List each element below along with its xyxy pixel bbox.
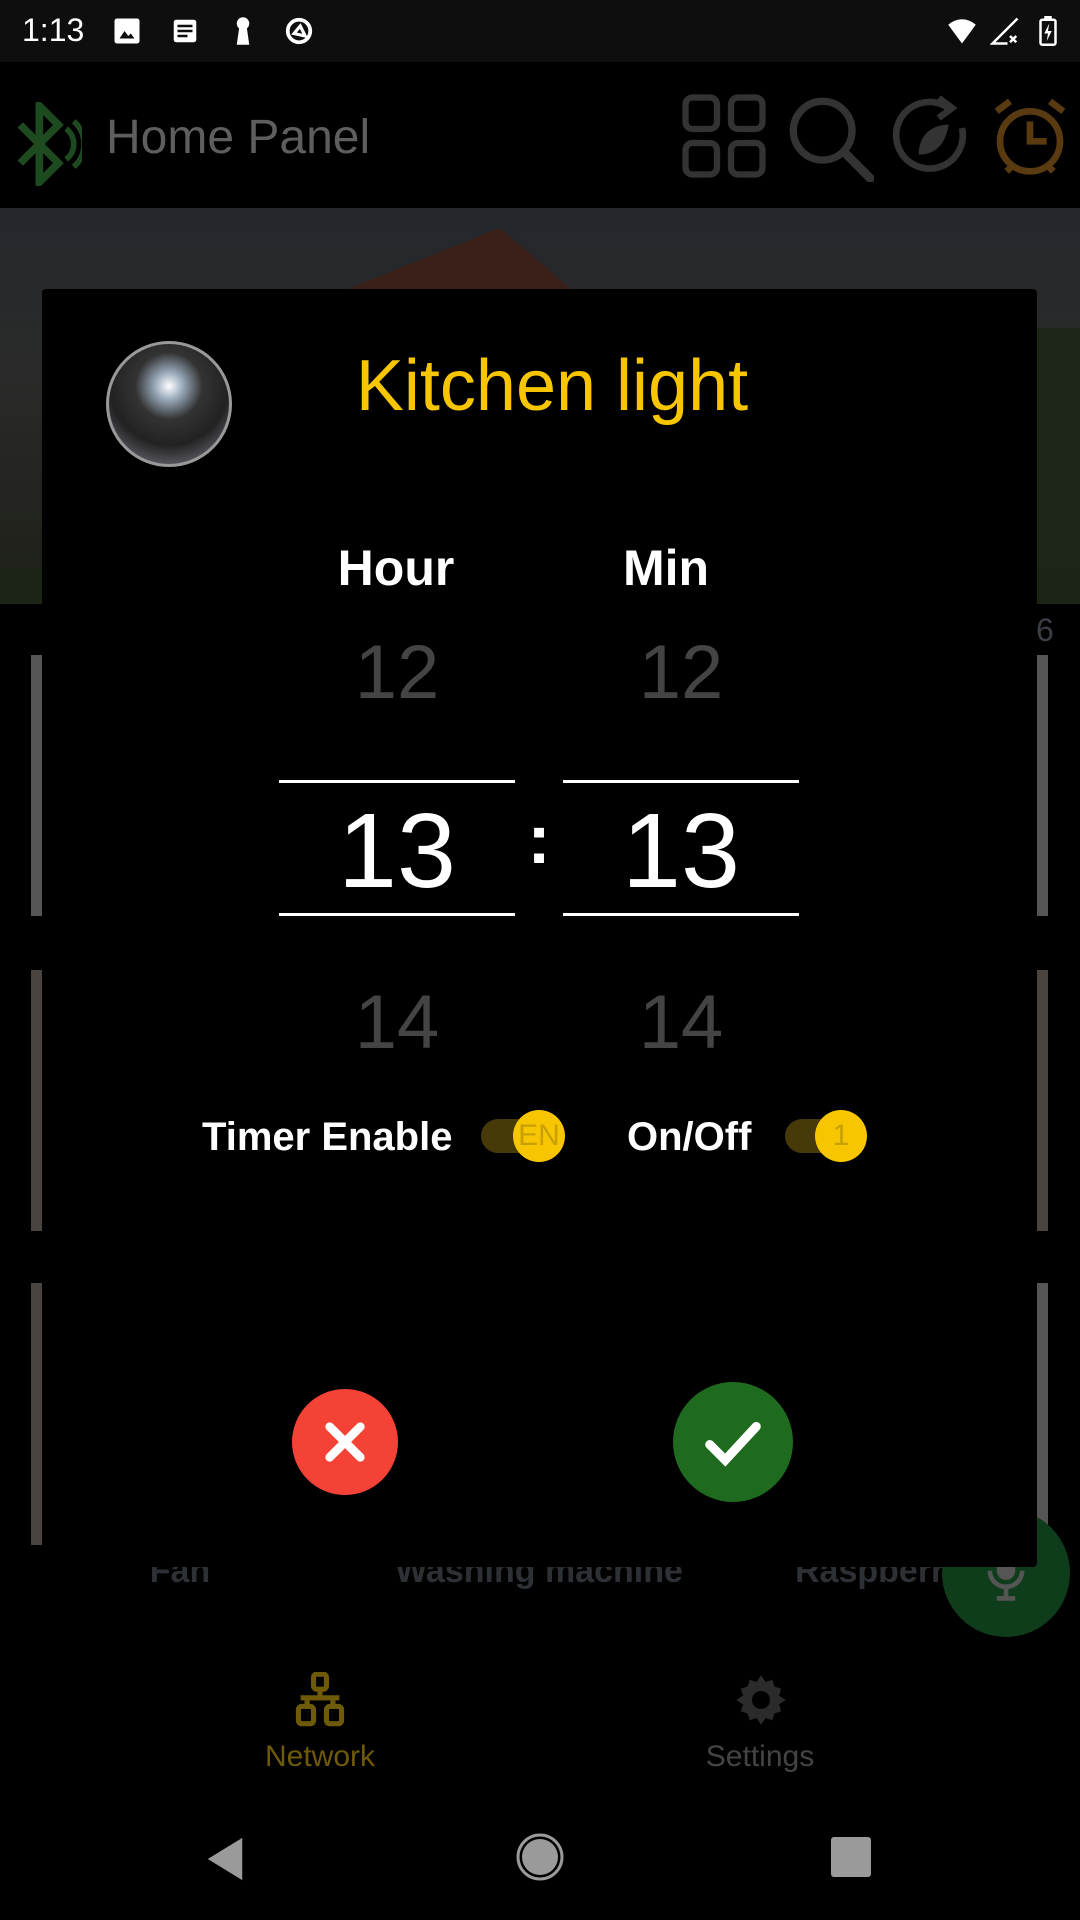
minute-picker[interactable]: 12 13 14 (563, 619, 799, 1065)
card-edge (1037, 655, 1048, 916)
device-icon (106, 341, 232, 467)
back-icon[interactable] (205, 1836, 245, 1882)
card-edge (1037, 970, 1048, 1231)
hour-label: Hour (337, 540, 455, 596)
hour-selected[interactable]: 13 (338, 791, 456, 912)
gear-icon (736, 1675, 786, 1725)
confirm-button[interactable] (673, 1382, 793, 1502)
no-signal-icon (990, 17, 1019, 45)
card-edge (1037, 1283, 1048, 1545)
eco-refresh-icon[interactable] (892, 94, 972, 182)
min-divider-bottom (563, 913, 799, 916)
bluetooth-icon[interactable] (12, 102, 82, 186)
on-off-switch[interactable]: 1 (785, 1110, 875, 1162)
switch-thumb: EN (513, 1110, 565, 1162)
battery-charging-icon (1039, 16, 1057, 46)
alarm-icon[interactable] (990, 94, 1070, 182)
sync-disabled-icon (285, 17, 313, 45)
search-icon[interactable] (786, 94, 874, 182)
partial-count: 6 (1036, 612, 1054, 648)
status-time: 1:13 (22, 12, 85, 48)
keyhole-icon (236, 17, 250, 45)
dialog-title: Kitchen light (355, 346, 749, 426)
grid-icon[interactable] (682, 94, 766, 178)
hour-prev[interactable]: 12 (355, 629, 440, 716)
timer-enable-switch[interactable]: EN (481, 1110, 571, 1162)
app-bar: Home Panel (0, 62, 1080, 208)
min-prev[interactable]: 12 (639, 629, 724, 716)
card-edge (31, 970, 42, 1231)
cancel-button[interactable] (292, 1389, 398, 1495)
hour-picker[interactable]: 12 13 14 (279, 619, 515, 1065)
image-icon (114, 18, 140, 44)
news-icon (173, 19, 197, 43)
nav-item-network[interactable]: Network (200, 1660, 440, 1780)
min-divider-top (563, 780, 799, 783)
min-label: Min (622, 540, 710, 596)
system-nav-bar (0, 1800, 1080, 1920)
check-icon (705, 1421, 761, 1467)
status-bar: 1:13 (0, 0, 1080, 62)
on-off-label: On/Off (627, 1115, 752, 1159)
wifi-icon (948, 19, 976, 44)
hour-divider-top (279, 780, 515, 783)
min-selected[interactable]: 13 (622, 791, 740, 912)
time-separator: : (527, 800, 551, 878)
timer-dialog: Kitchen light Hour Min 12 13 14 : 12 13 … (42, 289, 1037, 1567)
hour-divider-bottom (279, 913, 515, 916)
min-next[interactable]: 14 (639, 979, 724, 1066)
home-icon[interactable] (516, 1832, 564, 1882)
switch-thumb: 1 (815, 1110, 867, 1162)
nav-item-settings[interactable]: Settings (640, 1660, 880, 1780)
nav-label: Network (264, 1740, 376, 1773)
nav-label: Settings (705, 1740, 815, 1773)
close-icon (325, 1422, 365, 1462)
hour-next[interactable]: 14 (355, 979, 440, 1066)
network-icon (295, 1672, 345, 1727)
timer-enable-label: Timer Enable (202, 1115, 453, 1159)
app-title: Home Panel (106, 111, 371, 164)
card-edge (31, 655, 42, 916)
card-edge (31, 1283, 42, 1545)
recents-icon[interactable] (831, 1837, 871, 1877)
